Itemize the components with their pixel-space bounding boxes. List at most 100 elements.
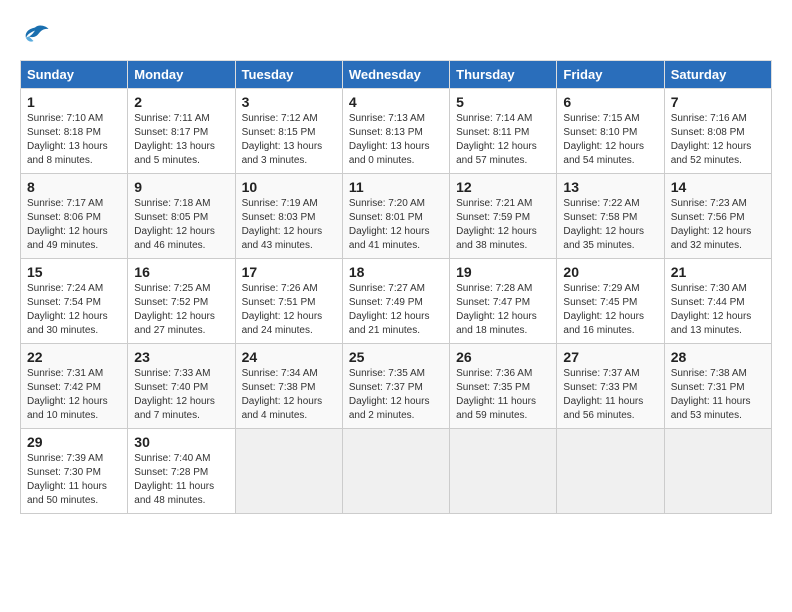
calendar-cell: 27 Sunrise: 7:37 AM Sunset: 7:33 PM Dayli… — [557, 344, 664, 429]
calendar-cell: 25 Sunrise: 7:35 AM Sunset: 7:37 PM Dayli… — [342, 344, 449, 429]
day-info: Sunrise: 7:20 AM Sunset: 8:01 PM Dayligh… — [349, 197, 443, 253]
day-info: Sunrise: 7:22 AM Sunset: 7:58 PM Dayligh… — [563, 197, 657, 253]
calendar-cell — [557, 429, 664, 514]
day-info: Sunrise: 7:13 AM Sunset: 8:13 PM Dayligh… — [349, 112, 443, 168]
day-number: 7 — [671, 94, 765, 110]
calendar-cell: 17Sunrise: 7:26 AM Sunset: 7:51 PM Dayli… — [235, 259, 342, 344]
day-header-tuesday: Tuesday — [235, 61, 342, 89]
day-info: Sunrise: 7:16 AM Sunset: 8:08 PM Dayligh… — [671, 112, 765, 168]
calendar-cell: 22 Sunrise: 7:31 AM Sunset: 7:42 PM Dayli… — [21, 344, 128, 429]
day-info: Sunrise: 7:33 AM Sunset: 7:40 PM Dayligh… — [134, 367, 228, 423]
day-info: Sunrise: 7:28 AM Sunset: 7:47 PM Dayligh… — [456, 282, 550, 338]
day-info: Sunrise: 7:29 AM Sunset: 7:45 PM Dayligh… — [563, 282, 657, 338]
calendar-cell: 12 Sunrise: 7:21 AM Sunset: 7:59 PM Dayli… — [450, 174, 557, 259]
calendar-cell: 18 Sunrise: 7:27 AM Sunset: 7:49 PM Dayli… — [342, 259, 449, 344]
day-number: 3 — [242, 94, 336, 110]
day-number: 25 — [349, 349, 443, 365]
calendar-cell: 29 Sunrise: 7:39 AM Sunset: 7:30 PM Dayli… — [21, 429, 128, 514]
day-info: Sunrise: 7:14 AM Sunset: 8:11 PM Dayligh… — [456, 112, 550, 168]
day-info: Sunrise: 7:25 AM Sunset: 7:52 PM Dayligh… — [134, 282, 228, 338]
day-number: 12 — [456, 179, 550, 195]
calendar-week-1: 1 Sunrise: 7:10 AM Sunset: 8:18 PM Daylig… — [21, 89, 772, 174]
calendar-cell — [450, 429, 557, 514]
day-number: 1 — [27, 94, 121, 110]
day-number: 22 — [27, 349, 121, 365]
day-number: 5 — [456, 94, 550, 110]
day-number: 19 — [456, 264, 550, 280]
calendar-cell: 14Sunrise: 7:23 AM Sunset: 7:56 PM Dayli… — [664, 174, 771, 259]
calendar-cell: 3 Sunrise: 7:12 AM Sunset: 8:15 PM Daylig… — [235, 89, 342, 174]
day-info: Sunrise: 7:11 AM Sunset: 8:17 PM Dayligh… — [134, 112, 228, 168]
day-info: Sunrise: 7:38 AM Sunset: 7:31 PM Dayligh… — [671, 367, 765, 423]
day-info: Sunrise: 7:31 AM Sunset: 7:42 PM Dayligh… — [27, 367, 121, 423]
calendar-cell: 24 Sunrise: 7:34 AM Sunset: 7:38 PM Dayli… — [235, 344, 342, 429]
day-header-sunday: Sunday — [21, 61, 128, 89]
calendar-cell: 16 Sunrise: 7:25 AM Sunset: 7:52 PM Dayli… — [128, 259, 235, 344]
day-number: 2 — [134, 94, 228, 110]
calendar-cell: 13 Sunrise: 7:22 AM Sunset: 7:58 PM Dayli… — [557, 174, 664, 259]
calendar-cell: 10Sunrise: 7:19 AM Sunset: 8:03 PM Dayli… — [235, 174, 342, 259]
day-info: Sunrise: 7:37 AM Sunset: 7:33 PM Dayligh… — [563, 367, 657, 423]
calendar-cell: 21Sunrise: 7:30 AM Sunset: 7:44 PM Dayli… — [664, 259, 771, 344]
day-info: Sunrise: 7:23 AM Sunset: 7:56 PM Dayligh… — [671, 197, 765, 253]
calendar-header-row: SundayMondayTuesdayWednesdayThursdayFrid… — [21, 61, 772, 89]
day-info: Sunrise: 7:15 AM Sunset: 8:10 PM Dayligh… — [563, 112, 657, 168]
day-info: Sunrise: 7:36 AM Sunset: 7:35 PM Dayligh… — [456, 367, 550, 423]
day-number: 27 — [563, 349, 657, 365]
day-header-friday: Friday — [557, 61, 664, 89]
day-info: Sunrise: 7:19 AM Sunset: 8:03 PM Dayligh… — [242, 197, 336, 253]
day-info: Sunrise: 7:10 AM Sunset: 8:18 PM Dayligh… — [27, 112, 121, 168]
calendar-cell: 26 Sunrise: 7:36 AM Sunset: 7:35 PM Dayli… — [450, 344, 557, 429]
day-info: Sunrise: 7:18 AM Sunset: 8:05 PM Dayligh… — [134, 197, 228, 253]
logo-icon — [20, 20, 50, 50]
day-number: 29 — [27, 434, 121, 450]
day-info: Sunrise: 7:39 AM Sunset: 7:30 PM Dayligh… — [27, 452, 121, 508]
calendar-cell: 6 Sunrise: 7:15 AM Sunset: 8:10 PM Daylig… — [557, 89, 664, 174]
day-info: Sunrise: 7:12 AM Sunset: 8:15 PM Dayligh… — [242, 112, 336, 168]
day-number: 20 — [563, 264, 657, 280]
logo — [20, 20, 54, 50]
calendar-cell: 5 Sunrise: 7:14 AM Sunset: 8:11 PM Daylig… — [450, 89, 557, 174]
calendar-table: SundayMondayTuesdayWednesdayThursdayFrid… — [20, 60, 772, 514]
calendar-week-2: 8 Sunrise: 7:17 AM Sunset: 8:06 PM Daylig… — [21, 174, 772, 259]
day-number: 28 — [671, 349, 765, 365]
calendar-cell — [342, 429, 449, 514]
day-number: 6 — [563, 94, 657, 110]
day-number: 16 — [134, 264, 228, 280]
day-info: Sunrise: 7:40 AM Sunset: 7:28 PM Dayligh… — [134, 452, 228, 508]
calendar-week-5: 29 Sunrise: 7:39 AM Sunset: 7:30 PM Dayli… — [21, 429, 772, 514]
day-number: 21 — [671, 264, 765, 280]
calendar-cell: 7 Sunrise: 7:16 AM Sunset: 8:08 PM Daylig… — [664, 89, 771, 174]
day-info: Sunrise: 7:21 AM Sunset: 7:59 PM Dayligh… — [456, 197, 550, 253]
calendar-week-4: 22 Sunrise: 7:31 AM Sunset: 7:42 PM Dayli… — [21, 344, 772, 429]
day-number: 23 — [134, 349, 228, 365]
day-number: 15 — [27, 264, 121, 280]
day-number: 11 — [349, 179, 443, 195]
day-info: Sunrise: 7:24 AM Sunset: 7:54 PM Dayligh… — [27, 282, 121, 338]
day-number: 26 — [456, 349, 550, 365]
day-number: 8 — [27, 179, 121, 195]
day-number: 4 — [349, 94, 443, 110]
calendar-cell: 23 Sunrise: 7:33 AM Sunset: 7:40 PM Dayli… — [128, 344, 235, 429]
calendar-cell — [664, 429, 771, 514]
day-number: 13 — [563, 179, 657, 195]
calendar-cell: 9 Sunrise: 7:18 AM Sunset: 8:05 PM Daylig… — [128, 174, 235, 259]
day-header-thursday: Thursday — [450, 61, 557, 89]
day-number: 9 — [134, 179, 228, 195]
day-number: 30 — [134, 434, 228, 450]
calendar-cell: 8 Sunrise: 7:17 AM Sunset: 8:06 PM Daylig… — [21, 174, 128, 259]
day-header-saturday: Saturday — [664, 61, 771, 89]
day-info: Sunrise: 7:35 AM Sunset: 7:37 PM Dayligh… — [349, 367, 443, 423]
calendar-cell: 2 Sunrise: 7:11 AM Sunset: 8:17 PM Daylig… — [128, 89, 235, 174]
calendar-week-3: 15 Sunrise: 7:24 AM Sunset: 7:54 PM Dayli… — [21, 259, 772, 344]
calendar-cell: 28 Sunrise: 7:38 AM Sunset: 7:31 PM Dayli… — [664, 344, 771, 429]
day-header-wednesday: Wednesday — [342, 61, 449, 89]
day-info: Sunrise: 7:34 AM Sunset: 7:38 PM Dayligh… — [242, 367, 336, 423]
day-info: Sunrise: 7:26 AM Sunset: 7:51 PM Dayligh… — [242, 282, 336, 338]
day-info: Sunrise: 7:27 AM Sunset: 7:49 PM Dayligh… — [349, 282, 443, 338]
day-info: Sunrise: 7:17 AM Sunset: 8:06 PM Dayligh… — [27, 197, 121, 253]
calendar-cell: 30 Sunrise: 7:40 AM Sunset: 7:28 PM Dayli… — [128, 429, 235, 514]
calendar-cell: 19 Sunrise: 7:28 AM Sunset: 7:47 PM Dayli… — [450, 259, 557, 344]
day-number: 18 — [349, 264, 443, 280]
day-number: 24 — [242, 349, 336, 365]
